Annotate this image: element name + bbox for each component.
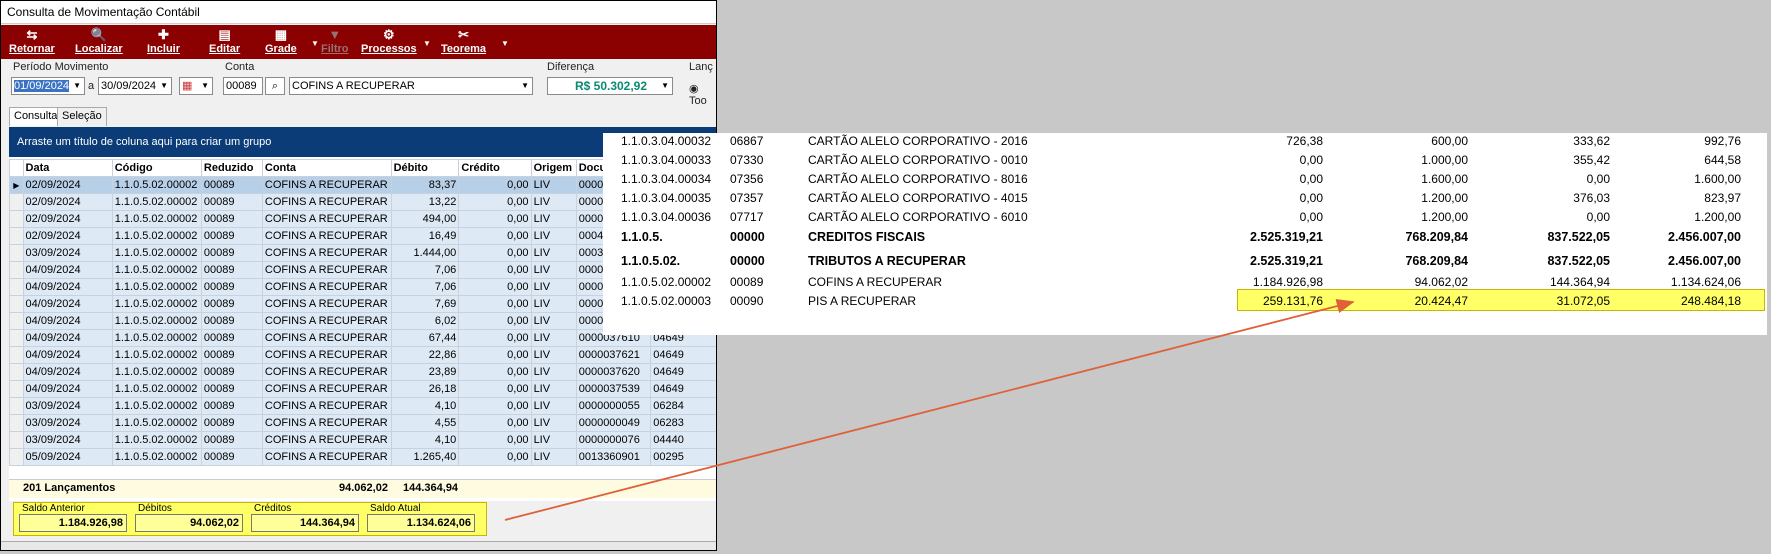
connector-arrow <box>504 299 1355 521</box>
